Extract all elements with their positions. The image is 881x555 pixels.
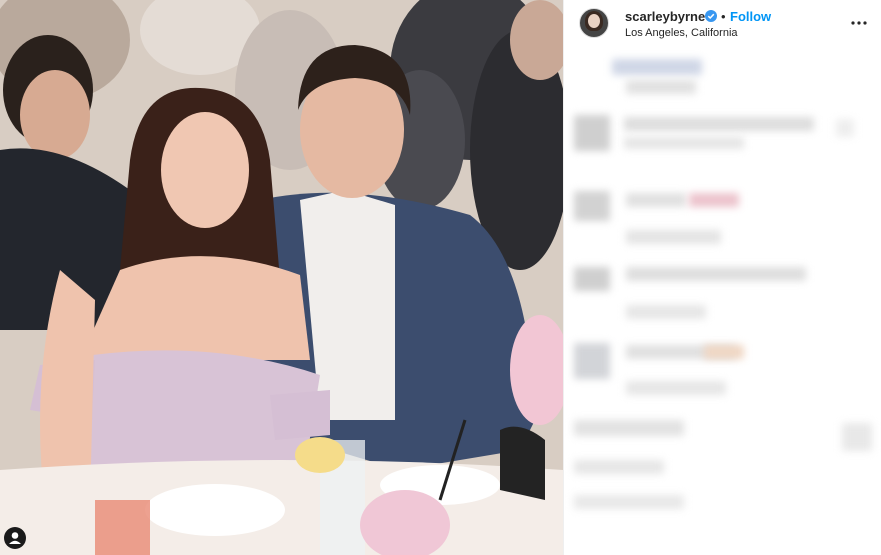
blurred-block <box>626 381 726 395</box>
blurred-block <box>626 267 806 281</box>
user-tag-icon[interactable] <box>4 527 26 549</box>
profile-avatar[interactable] <box>579 8 609 38</box>
blurred-block <box>626 230 721 244</box>
blurred-block <box>612 59 702 75</box>
post-sidebar: scarleybyrne • Follow Los Angeles, Calif… <box>563 0 881 555</box>
post-header: scarleybyrne • Follow Los Angeles, Calif… <box>564 0 881 48</box>
blurred-block <box>842 423 872 451</box>
blurred-block <box>626 305 706 319</box>
blurred-block <box>836 119 854 137</box>
blurred-block <box>574 495 684 509</box>
blurred-block <box>574 460 664 474</box>
avatar-face <box>588 14 600 28</box>
blurred-avatar <box>574 191 610 221</box>
verified-badge-icon <box>705 10 717 22</box>
blurred-block <box>574 420 684 436</box>
blurred-avatar <box>574 267 610 291</box>
separator-dot: • <box>721 9 726 24</box>
blurred-block <box>626 80 696 94</box>
person-icon <box>9 532 21 544</box>
username-link[interactable]: scarleybyrne <box>625 9 705 24</box>
blurred-comments <box>564 55 881 555</box>
post-photo-illustration <box>0 0 563 555</box>
instagram-post: scarleybyrne • Follow Los Angeles, Calif… <box>0 0 881 555</box>
blurred-block <box>704 345 744 359</box>
follow-button[interactable]: Follow <box>730 9 771 24</box>
blurred-block <box>626 193 686 207</box>
blurred-block <box>689 193 739 207</box>
more-options-icon[interactable] <box>850 14 868 32</box>
blurred-avatar <box>574 343 610 379</box>
post-photo[interactable] <box>0 0 563 555</box>
blurred-avatar <box>574 115 610 151</box>
location-link[interactable]: Los Angeles, California <box>625 27 738 39</box>
blurred-block <box>624 137 744 149</box>
blurred-block <box>624 117 814 131</box>
